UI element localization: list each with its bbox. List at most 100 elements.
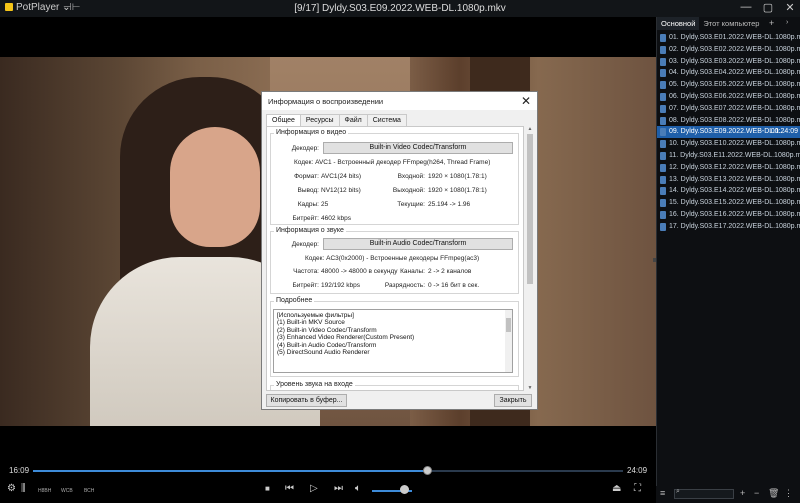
tab-system[interactable]: Система xyxy=(366,114,407,126)
playlist-item-label: 03. Dyldy.S03.E03.2022.WEB-DL.1080p.mkv xyxy=(669,57,800,65)
tab-main[interactable]: Основной xyxy=(657,17,700,30)
audio-channels-label: Каналы: xyxy=(400,268,425,275)
playlist-item[interactable]: 01. Dyldy.S03.E01.2022.WEB-DL.1080p.mkv xyxy=(657,32,800,44)
video-file-icon xyxy=(660,151,666,160)
tab-resources[interactable]: Ресурсы xyxy=(299,114,340,126)
playlist-item[interactable]: 06. Dyldy.S03.E06.2022.WEB-DL.1080p.mkv xyxy=(657,91,800,103)
playlist-item-label: 02. Dyldy.S03.E02.2022.WEB-DL.1080p.mkv xyxy=(669,45,800,53)
playlist-search-input[interactable] xyxy=(674,489,734,499)
playlist-item[interactable]: 02. Dyldy.S03.E02.2022.WEB-DL.1080p.mkv xyxy=(657,44,800,56)
chevron-right-icon[interactable]: › xyxy=(786,19,788,26)
window-title: [9/17] Dyldy.S03.E09.2022.WEB-DL.1080p.m… xyxy=(294,3,506,14)
seek-handle[interactable] xyxy=(423,466,433,475)
tab-file[interactable]: Файл xyxy=(338,114,368,126)
video-file-icon xyxy=(660,210,666,219)
playlist-item[interactable]: 15. Dyldy.S03.E15.2022.WEB-DL.1080p.mkv xyxy=(657,197,800,209)
minimize-icon[interactable]: — xyxy=(740,1,752,14)
video-file-icon xyxy=(660,69,666,78)
playlist-item-label: 12. Dyldy.S03.E12.2022.WEB-DL.1080p.mkv xyxy=(669,163,800,171)
trash-icon[interactable]: 🗑 xyxy=(768,488,779,499)
video-file-icon xyxy=(660,199,666,208)
playlist-item[interactable]: 12. Dyldy.S03.E12.2022.WEB-DL.1080p.mkv xyxy=(657,162,800,174)
playlist-item[interactable]: 05. Dyldy.S03.E05.2022.WEB-DL.1080p.mkv xyxy=(657,79,800,91)
playlist-item[interactable]: 07. Dyldy.S03.E07.2022.WEB-DL.1080p.mkv xyxy=(657,103,800,115)
audio-depth-label: Разрядность: xyxy=(384,282,425,289)
seek-bar[interactable] xyxy=(33,466,623,475)
details-scroll-thumb[interactable] xyxy=(506,318,511,332)
remove-icon[interactable]: − xyxy=(754,488,759,498)
maximize-icon[interactable]: ▢ xyxy=(762,1,774,14)
playlist-item[interactable]: 14. Dyldy.S03.E14.2022.WEB-DL.1080p.mkv xyxy=(657,185,800,197)
close-icon[interactable]: ✕ xyxy=(521,94,531,108)
dialog-title: Информация о воспроизведении xyxy=(268,97,384,106)
video-bitrate-value: 4602 kbps xyxy=(321,215,351,222)
playlist-item[interactable]: 09. Dyldy.S03.E09.2022.WEB-DL.1... 00:24:… xyxy=(657,126,800,139)
video-file-icon xyxy=(660,175,666,184)
seek-area: 16:09 24:09 xyxy=(0,463,656,478)
copy-to-clipboard-button[interactable]: Копировать в буфер... xyxy=(266,394,347,407)
scroll-down-icon[interactable]: ▼ xyxy=(526,385,534,391)
playlist-item[interactable]: 10. Dyldy.S03.E10.2022.WEB-DL.1080p.mkv xyxy=(657,138,800,150)
playlist-item[interactable]: 16. Dyldy.S03.E16.2022.WEB-DL.1080p.mkv xyxy=(657,209,800,221)
add-tab-icon[interactable]: + xyxy=(769,18,774,28)
playlist-item[interactable]: 13. Dyldy.S03.E13.2022.WEB-DL.1080p.mkv xyxy=(657,174,800,186)
audio-info-group: Информация о звуке Декодер: Built-in Aud… xyxy=(270,227,519,294)
audio-decoder-button[interactable]: Built-in Audio Codec/Transform xyxy=(323,238,513,250)
playlist-tabs: Основной Этот компьютер + › xyxy=(657,17,800,30)
audio-rate-label: Частота: xyxy=(293,268,319,275)
volume-icon[interactable]: 🔈︎ xyxy=(355,483,361,494)
video-codec: Кодек: AVC1 - Встроенный декодер FFmpeg(… xyxy=(294,159,491,166)
settings-icon[interactable]: ⋮ xyxy=(784,488,793,499)
next-icon[interactable]: ⏭ xyxy=(334,483,343,494)
dialog-scroll-thumb[interactable] xyxy=(527,134,533,284)
volume-handle[interactable] xyxy=(400,485,409,494)
close-button[interactable]: Закрыть xyxy=(494,394,532,407)
tab-this-computer[interactable]: Этот компьютер xyxy=(699,17,763,30)
eject-icon[interactable]: ⏏ xyxy=(612,483,621,494)
settings-gear-icon[interactable]: ⚙ xyxy=(7,483,16,494)
video-out-res-value: 1920 × 1080(1.78:1) xyxy=(428,187,487,194)
wcb-label[interactable]: WCB xyxy=(61,488,73,494)
video-decoder-button[interactable]: Built-in Video Codec/Transform xyxy=(323,142,513,154)
scroll-up-icon[interactable]: ▲ xyxy=(526,126,534,132)
play-icon[interactable]: ▷ xyxy=(310,483,318,494)
audio-bitrate-label: Битрейт: xyxy=(292,282,319,289)
playlist-toolbar: ≡ ⌕ + − 🗑 ⋮ xyxy=(656,486,800,503)
audio-bitrate-value: 192/192 kbps xyxy=(321,282,361,289)
video-file-icon xyxy=(660,140,666,149)
tab-general[interactable]: Общее xyxy=(266,114,301,126)
add-icon[interactable]: + xyxy=(740,488,745,498)
playlist-item-label: 08. Dyldy.S03.E08.2022.WEB-DL.1080p.mkv xyxy=(669,116,800,124)
details-line: (3) Enhanced Video Renderer(Custom Prese… xyxy=(277,334,415,342)
previous-icon[interactable]: ⏮ xyxy=(285,483,294,494)
playlist-item-label: 07. Dyldy.S03.E07.2022.WEB-DL.1080p.mkv xyxy=(669,104,800,112)
vsn-label[interactable]: ВСН xyxy=(84,488,94,494)
playlist-item-label: 10. Dyldy.S03.E10.2022.WEB-DL.1080p.mkv xyxy=(669,140,800,148)
playlist-list: 01. Dyldy.S03.E01.2022.WEB-DL.1080p.mkv 0… xyxy=(657,32,800,233)
close-icon[interactable]: ✕ xyxy=(784,1,796,14)
audio-codec: Кодек: AC3(0x2000) - Встроенные декодеры… xyxy=(305,255,480,262)
audio-group-title: Информация о звуке xyxy=(274,227,346,234)
playlist-item[interactable]: 08. Dyldy.S03.E08.2022.WEB-DL.1080p.mkv xyxy=(657,115,800,127)
details-textbox[interactable]: [Используемые фильтры] (1) Built-in MKV … xyxy=(273,309,513,373)
general-panel[interactable]: Информация о видео Декодер: Built-in Vid… xyxy=(266,126,524,391)
video-current-label: Текущие: xyxy=(397,201,425,208)
h8bh-label[interactable]: H8BH xyxy=(38,488,51,494)
menu-icon[interactable]: ≡ xyxy=(660,488,665,498)
video-file-icon xyxy=(660,116,666,125)
playlist-item-label: 13. Dyldy.S03.E13.2022.WEB-DL.1080p.mkv xyxy=(669,175,800,183)
video-file-icon xyxy=(660,128,666,137)
control-bar: ⚙ ⫼ H8BH WCB ВСН ■ ⏮ ▷ ⏭ 🔈︎ ⏏ ⛶ xyxy=(0,478,656,503)
playlist-item[interactable]: 04. Dyldy.S03.E04.2022.WEB-DL.1080p.mkv xyxy=(657,67,800,79)
video-file-icon xyxy=(660,163,666,172)
playlist-item[interactable]: 17. Dyldy.S03.E17.2022.WEB-DL.1080p.mkv xyxy=(657,221,800,233)
playlist-item-label: 04. Dyldy.S03.E04.2022.WEB-DL.1080p.mkv xyxy=(669,69,800,77)
dialog-scrollbar[interactable]: ▲ ▼ xyxy=(526,126,534,391)
video-input-value: 1920 × 1080(1.78:1) xyxy=(428,173,487,180)
fullscreen-icon[interactable]: ⛶ xyxy=(634,483,641,494)
playlist-item[interactable]: 11. Dyldy.S03.E11.2022.WEB-DL.1080p.mkv xyxy=(657,150,800,162)
stop-icon[interactable]: ■ xyxy=(265,484,270,493)
equalizer-icon[interactable]: ⫼ xyxy=(21,483,26,494)
details-scrollbar[interactable] xyxy=(505,310,512,372)
playlist-item[interactable]: 03. Dyldy.S03.E03.2022.WEB-DL.1080p.mkv xyxy=(657,56,800,68)
